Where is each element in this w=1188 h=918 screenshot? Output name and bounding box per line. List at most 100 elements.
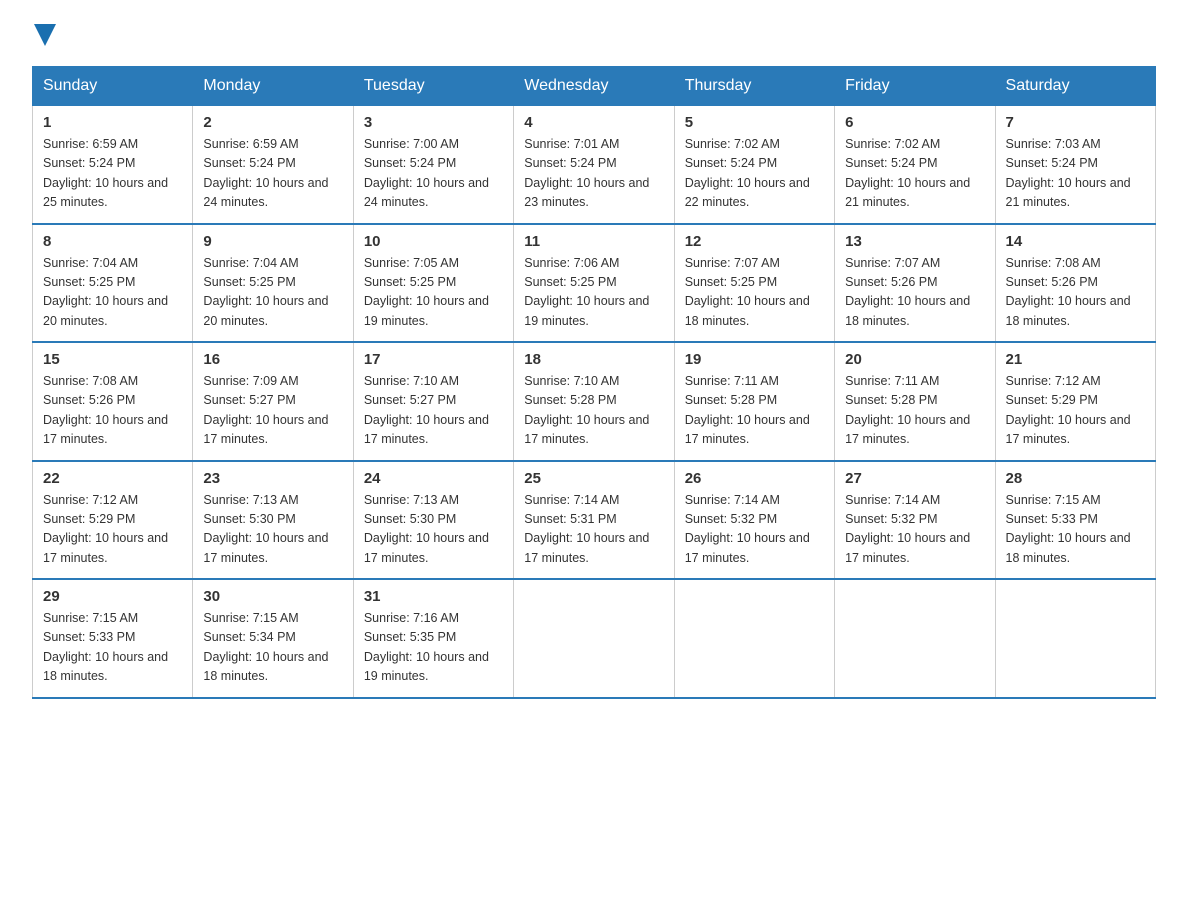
day-cell: 12 Sunrise: 7:07 AMSunset: 5:25 PMDaylig… [674,224,834,343]
day-info: Sunrise: 7:03 AMSunset: 5:24 PMDaylight:… [1006,137,1131,209]
day-number: 16 [203,351,342,368]
day-cell: 23 Sunrise: 7:13 AMSunset: 5:30 PMDaylig… [193,461,353,580]
day-number: 28 [1006,470,1145,487]
day-cell: 15 Sunrise: 7:08 AMSunset: 5:26 PMDaylig… [33,342,193,461]
day-number: 23 [203,470,342,487]
day-info: Sunrise: 7:12 AMSunset: 5:29 PMDaylight:… [43,493,168,565]
page-header [32,24,1156,46]
day-number: 17 [364,351,503,368]
day-info: Sunrise: 7:14 AMSunset: 5:32 PMDaylight:… [845,493,970,565]
day-number: 1 [43,114,182,131]
day-info: Sunrise: 7:10 AMSunset: 5:28 PMDaylight:… [524,374,649,446]
day-cell [995,579,1155,698]
day-info: Sunrise: 7:05 AMSunset: 5:25 PMDaylight:… [364,256,489,328]
day-cell: 10 Sunrise: 7:05 AMSunset: 5:25 PMDaylig… [353,224,513,343]
logo [32,24,56,46]
day-info: Sunrise: 7:15 AMSunset: 5:33 PMDaylight:… [1006,493,1131,565]
day-number: 24 [364,470,503,487]
day-cell: 14 Sunrise: 7:08 AMSunset: 5:26 PMDaylig… [995,224,1155,343]
day-info: Sunrise: 7:06 AMSunset: 5:25 PMDaylight:… [524,256,649,328]
day-number: 31 [364,588,503,605]
week-row-4: 22 Sunrise: 7:12 AMSunset: 5:29 PMDaylig… [33,461,1156,580]
day-cell: 29 Sunrise: 7:15 AMSunset: 5:33 PMDaylig… [33,579,193,698]
day-info: Sunrise: 7:13 AMSunset: 5:30 PMDaylight:… [364,493,489,565]
day-number: 7 [1006,114,1145,131]
day-info: Sunrise: 7:10 AMSunset: 5:27 PMDaylight:… [364,374,489,446]
day-info: Sunrise: 7:07 AMSunset: 5:26 PMDaylight:… [845,256,970,328]
day-cell: 17 Sunrise: 7:10 AMSunset: 5:27 PMDaylig… [353,342,513,461]
header-row: SundayMondayTuesdayWednesdayThursdayFrid… [33,67,1156,106]
day-cell: 11 Sunrise: 7:06 AMSunset: 5:25 PMDaylig… [514,224,674,343]
day-cell [674,579,834,698]
day-info: Sunrise: 7:08 AMSunset: 5:26 PMDaylight:… [1006,256,1131,328]
day-info: Sunrise: 7:13 AMSunset: 5:30 PMDaylight:… [203,493,328,565]
day-info: Sunrise: 6:59 AMSunset: 5:24 PMDaylight:… [203,137,328,209]
header-cell-friday: Friday [835,67,995,106]
day-info: Sunrise: 7:07 AMSunset: 5:25 PMDaylight:… [685,256,810,328]
day-cell: 24 Sunrise: 7:13 AMSunset: 5:30 PMDaylig… [353,461,513,580]
day-number: 12 [685,233,824,250]
day-info: Sunrise: 6:59 AMSunset: 5:24 PMDaylight:… [43,137,168,209]
day-number: 21 [1006,351,1145,368]
day-number: 26 [685,470,824,487]
day-number: 11 [524,233,663,250]
day-info: Sunrise: 7:16 AMSunset: 5:35 PMDaylight:… [364,611,489,683]
week-row-1: 1 Sunrise: 6:59 AMSunset: 5:24 PMDayligh… [33,106,1156,224]
day-cell: 8 Sunrise: 7:04 AMSunset: 5:25 PMDayligh… [33,224,193,343]
day-cell: 25 Sunrise: 7:14 AMSunset: 5:31 PMDaylig… [514,461,674,580]
day-number: 4 [524,114,663,131]
day-number: 8 [43,233,182,250]
day-number: 27 [845,470,984,487]
day-info: Sunrise: 7:11 AMSunset: 5:28 PMDaylight:… [845,374,970,446]
day-info: Sunrise: 7:15 AMSunset: 5:33 PMDaylight:… [43,611,168,683]
day-info: Sunrise: 7:14 AMSunset: 5:31 PMDaylight:… [524,493,649,565]
day-info: Sunrise: 7:15 AMSunset: 5:34 PMDaylight:… [203,611,328,683]
day-number: 18 [524,351,663,368]
day-info: Sunrise: 7:04 AMSunset: 5:25 PMDaylight:… [43,256,168,328]
day-cell: 4 Sunrise: 7:01 AMSunset: 5:24 PMDayligh… [514,106,674,224]
day-info: Sunrise: 7:04 AMSunset: 5:25 PMDaylight:… [203,256,328,328]
day-cell: 20 Sunrise: 7:11 AMSunset: 5:28 PMDaylig… [835,342,995,461]
logo-triangle-icon [34,24,56,46]
day-number: 9 [203,233,342,250]
day-cell: 3 Sunrise: 7:00 AMSunset: 5:24 PMDayligh… [353,106,513,224]
day-cell: 27 Sunrise: 7:14 AMSunset: 5:32 PMDaylig… [835,461,995,580]
day-number: 15 [43,351,182,368]
header-cell-wednesday: Wednesday [514,67,674,106]
day-number: 3 [364,114,503,131]
calendar-body: 1 Sunrise: 6:59 AMSunset: 5:24 PMDayligh… [33,106,1156,698]
day-cell [835,579,995,698]
day-info: Sunrise: 7:12 AMSunset: 5:29 PMDaylight:… [1006,374,1131,446]
day-cell: 5 Sunrise: 7:02 AMSunset: 5:24 PMDayligh… [674,106,834,224]
day-info: Sunrise: 7:09 AMSunset: 5:27 PMDaylight:… [203,374,328,446]
header-cell-saturday: Saturday [995,67,1155,106]
day-info: Sunrise: 7:14 AMSunset: 5:32 PMDaylight:… [685,493,810,565]
header-cell-thursday: Thursday [674,67,834,106]
day-info: Sunrise: 7:00 AMSunset: 5:24 PMDaylight:… [364,137,489,209]
calendar-table: SundayMondayTuesdayWednesdayThursdayFrid… [32,66,1156,699]
day-cell: 26 Sunrise: 7:14 AMSunset: 5:32 PMDaylig… [674,461,834,580]
day-cell: 1 Sunrise: 6:59 AMSunset: 5:24 PMDayligh… [33,106,193,224]
day-cell: 16 Sunrise: 7:09 AMSunset: 5:27 PMDaylig… [193,342,353,461]
day-cell: 21 Sunrise: 7:12 AMSunset: 5:29 PMDaylig… [995,342,1155,461]
day-cell: 22 Sunrise: 7:12 AMSunset: 5:29 PMDaylig… [33,461,193,580]
day-cell: 9 Sunrise: 7:04 AMSunset: 5:25 PMDayligh… [193,224,353,343]
day-number: 5 [685,114,824,131]
week-row-5: 29 Sunrise: 7:15 AMSunset: 5:33 PMDaylig… [33,579,1156,698]
day-number: 13 [845,233,984,250]
day-number: 25 [524,470,663,487]
day-number: 6 [845,114,984,131]
header-cell-tuesday: Tuesday [353,67,513,106]
day-cell: 28 Sunrise: 7:15 AMSunset: 5:33 PMDaylig… [995,461,1155,580]
day-cell: 2 Sunrise: 6:59 AMSunset: 5:24 PMDayligh… [193,106,353,224]
week-row-3: 15 Sunrise: 7:08 AMSunset: 5:26 PMDaylig… [33,342,1156,461]
day-cell [514,579,674,698]
week-row-2: 8 Sunrise: 7:04 AMSunset: 5:25 PMDayligh… [33,224,1156,343]
day-number: 19 [685,351,824,368]
day-cell: 30 Sunrise: 7:15 AMSunset: 5:34 PMDaylig… [193,579,353,698]
day-info: Sunrise: 7:02 AMSunset: 5:24 PMDaylight:… [845,137,970,209]
day-number: 20 [845,351,984,368]
calendar-header: SundayMondayTuesdayWednesdayThursdayFrid… [33,67,1156,106]
day-number: 14 [1006,233,1145,250]
day-number: 2 [203,114,342,131]
